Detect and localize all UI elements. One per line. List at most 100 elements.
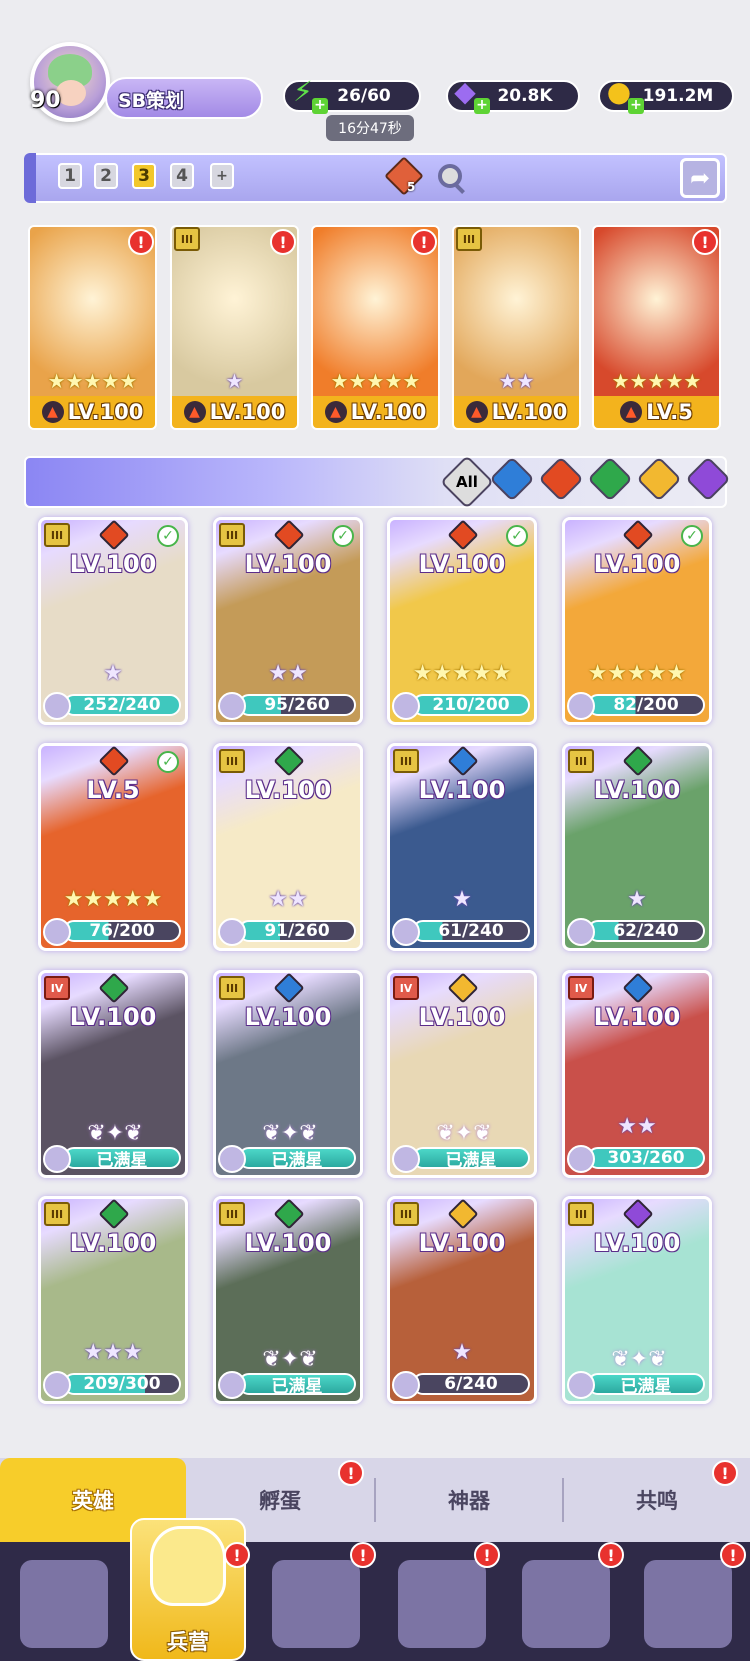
max-star-wings-icon: ❦✦❦ [87, 1121, 143, 1146]
gems-plus-icon[interactable]: + [474, 98, 490, 114]
hero-level: LV.5 [86, 776, 140, 804]
nav-cards-icon[interactable] [20, 1560, 108, 1648]
hero-shard-progress: 252/240 [63, 694, 181, 716]
hero-shard-progress: 已满星 [238, 1147, 356, 1171]
tier-badge-icon: III [219, 976, 245, 1000]
hero-card[interactable]: ✓ LV.100 ★★★★★ 82/200 [562, 517, 712, 725]
hero-card[interactable]: ✓ LV.5 ★★★★★ 76/200 [38, 743, 188, 951]
hero-card[interactable]: III LV.100 ★ 62/240 [562, 743, 712, 951]
team-slot-add[interactable]: + [210, 163, 234, 189]
in-team-check-icon: ✓ [332, 525, 354, 547]
team-hero-card[interactable]: ★ ▲ LV.100 [170, 225, 299, 430]
gold-plus-icon[interactable]: + [628, 98, 644, 114]
hero-shard-icon [392, 1371, 420, 1399]
hero-shard-progress: 95/260 [238, 694, 356, 716]
max-star-wings-icon: ❦✦❦ [611, 1347, 667, 1372]
fire-element-icon: ▲ [465, 401, 488, 423]
hero-shard-icon [218, 1371, 246, 1399]
team-hero-alert-icon: ! [270, 229, 296, 255]
hero-level: LV.100 [67, 400, 144, 424]
nav-shop-icon[interactable] [398, 1560, 486, 1648]
nav-banner-icon[interactable] [644, 1560, 732, 1648]
team-hero-alert-icon: ! [692, 229, 718, 255]
tier-badge-icon: III [44, 523, 70, 547]
hero-card[interactable]: III LV.100 ❦✦❦ 已满星 [213, 1196, 363, 1404]
hero-stars: ★ [103, 661, 123, 686]
nav-barracks-label: 兵营 [167, 1630, 209, 1654]
hero-level: LV.5 [646, 400, 693, 424]
tab-resonance-alert-icon: ! [712, 1460, 738, 1486]
hero-stars: ★★★★★ [587, 661, 687, 686]
team-slot-4[interactable]: 4 [170, 163, 194, 189]
tier-badge-icon: III [219, 749, 245, 773]
team-slot-3[interactable]: 3 [132, 163, 156, 189]
nav-barracks-alert-icon: ! [224, 1542, 250, 1568]
fire-element-icon: ▲ [324, 401, 347, 423]
hero-stars: ★★ [617, 1114, 657, 1139]
hero-card[interactable]: III LV.100 ❦✦❦ 已满星 [213, 970, 363, 1178]
tier-badge-icon: III [393, 1202, 419, 1226]
tier-badge-icon: III [568, 1202, 594, 1226]
gold-coin-icon: ● + [600, 72, 644, 114]
hero-level: LV.100 [244, 550, 332, 578]
hero-shard-icon [218, 1145, 246, 1173]
gems-value: 20.8K [497, 86, 553, 106]
team-slot-2[interactable]: 2 [94, 163, 118, 189]
tier-badge-icon: III [568, 749, 594, 773]
hero-shard-progress: 已满星 [412, 1147, 530, 1171]
team-hero-alert-icon: ! [411, 229, 437, 255]
hero-shard-progress: 303/260 [587, 1147, 705, 1169]
hero-card[interactable]: IV LV.100 ❦✦❦ 已满星 [38, 970, 188, 1178]
hero-card[interactable]: III LV.100 ★★★ 209/300 [38, 1196, 188, 1404]
hero-stars: ★★★ [83, 1340, 143, 1365]
hero-level-bar: ▲ LV.100 [454, 396, 579, 428]
hero-card[interactable]: ✓ LV.100 ★★★★★ 210/200 [387, 517, 537, 725]
hero-card[interactable]: III LV.100 ★★ 91/260 [213, 743, 363, 951]
hero-card[interactable]: III LV.100 ★ 6/240 [387, 1196, 537, 1404]
team-hero-card[interactable]: ★★★★★ ▲ LV.100 [28, 225, 157, 430]
hero-shard-icon [392, 1145, 420, 1173]
hero-stars: ★ [452, 887, 472, 912]
nav-guild-icon[interactable] [522, 1560, 610, 1648]
hero-shard-progress: 76/200 [63, 920, 181, 942]
team-hero-card[interactable]: ★★★★★ ▲ LV.100 [311, 225, 440, 430]
team-badge-count: 5 [407, 180, 416, 194]
nav-map-icon[interactable] [272, 1560, 360, 1648]
hero-level: LV.100 [418, 1003, 506, 1031]
hero-level: LV.100 [244, 1229, 332, 1257]
hero-card[interactable]: III ✓ LV.100 ★ 252/240 [38, 517, 188, 725]
tab-artifact[interactable]: 神器 [376, 1458, 562, 1542]
hero-level-bar: ▲ LV.100 [313, 396, 438, 428]
barracks-icon [150, 1526, 226, 1606]
fire-element-icon: ▲ [620, 401, 643, 423]
share-icon[interactable]: ➦ [680, 158, 720, 198]
team-hero-alert-icon: ! [128, 229, 154, 255]
hero-level: LV.100 [69, 1003, 157, 1031]
hero-level: LV.100 [69, 550, 157, 578]
gold-value: 191.2M [642, 86, 714, 106]
hero-shard-progress: 62/240 [587, 920, 705, 942]
hero-card[interactable]: III LV.100 ★ 61/240 [387, 743, 537, 951]
hero-level: LV.100 [593, 1003, 681, 1031]
tier-badge-icon: IV [44, 976, 70, 1000]
max-star-wings-icon: ❦✦❦ [436, 1121, 492, 1146]
tier-badge-icon: III [219, 523, 245, 547]
tab-hatch-alert-icon: ! [338, 1460, 364, 1486]
tier-badge-icon: III [44, 1202, 70, 1226]
team-slot-1[interactable]: 1 [58, 163, 82, 189]
energy-plus-icon[interactable]: + [312, 98, 328, 114]
nav-guild-alert-icon: ! [598, 1542, 624, 1568]
hero-shard-icon [567, 918, 595, 946]
hero-shard-progress: 61/240 [412, 920, 530, 942]
hero-card[interactable]: IV LV.100 ★★ 303/260 [562, 970, 712, 1178]
hero-level-bar: ▲ LV.5 [594, 396, 719, 428]
team-hero-card[interactable]: ★★ ▲ LV.100 [452, 225, 581, 430]
hero-card[interactable]: III ✓ LV.100 ★★ 95/260 [213, 517, 363, 725]
team-bar-accent [24, 153, 36, 203]
hero-level: LV.100 [418, 550, 506, 578]
hero-card[interactable]: III LV.100 ❦✦❦ 已满星 [562, 1196, 712, 1404]
hero-card[interactable]: IV LV.100 ❦✦❦ 已满星 [387, 970, 537, 1178]
team-bar [24, 153, 727, 203]
team-hero-card[interactable]: ★★★★★ ▲ LV.5 [592, 225, 721, 430]
max-star-wings-icon: ❦✦❦ [262, 1347, 318, 1372]
